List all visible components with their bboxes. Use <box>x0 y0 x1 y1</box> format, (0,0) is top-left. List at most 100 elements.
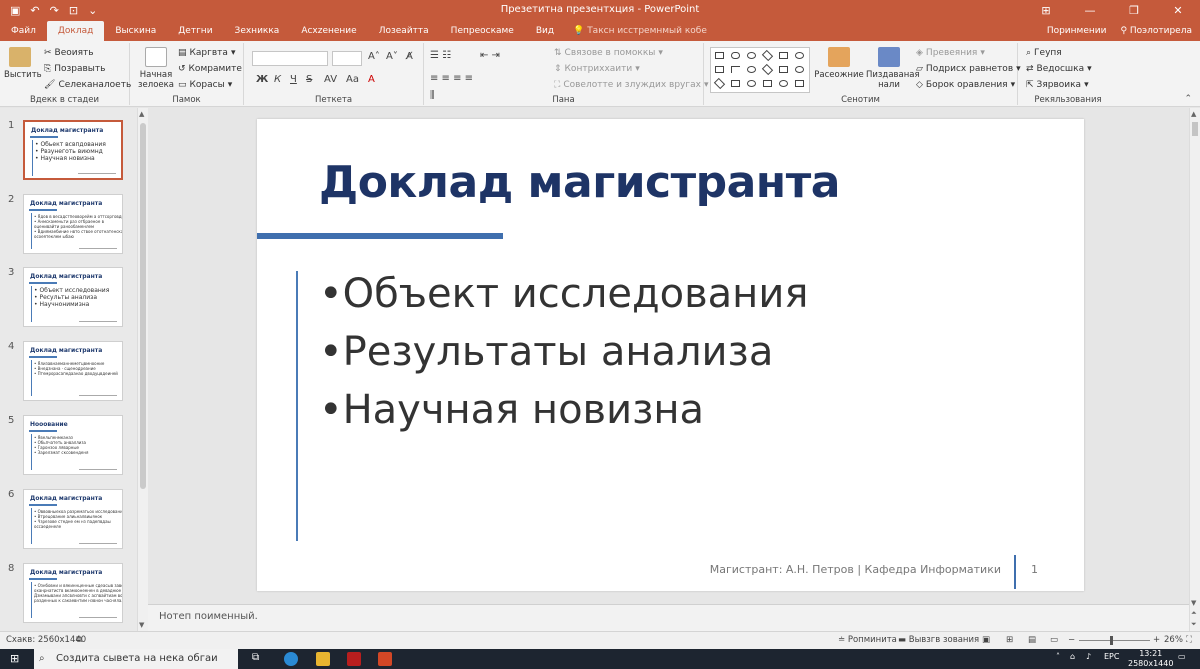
tab-slideshow[interactable]: Лозеайтта <box>368 21 440 41</box>
slide-thumbnail[interactable]: Доклад магистранта • Ознбовни и вякиннцен… <box>23 563 123 623</box>
volume-icon[interactable]: ♪ <box>1086 652 1091 661</box>
case-icon[interactable]: Aa <box>346 74 359 85</box>
tab-view[interactable]: Вид <box>525 21 565 41</box>
app-icon[interactable] <box>347 652 361 666</box>
undo-icon[interactable]: ↶ <box>30 4 39 17</box>
section-button[interactable]: ▭ Корасы ▾ <box>178 80 232 90</box>
powerpoint-icon[interactable] <box>378 652 392 666</box>
ribbon-display-icon[interactable]: ⊞ <box>1024 0 1068 21</box>
slide-thumbnail[interactable]: Доклад магистранта • Оввовныехоа разремат… <box>23 489 123 549</box>
slide-number[interactable]: 1 <box>1031 563 1038 576</box>
shapes-gallery[interactable] <box>710 47 810 93</box>
slideshow-view-icon[interactable]: ▭ <box>1050 635 1058 645</box>
slide-thumbnail[interactable]: Нооование • Явельпенмканаз • Обьпчатеть ан… <box>23 415 123 475</box>
rectangle-shape-icon[interactable] <box>715 52 724 59</box>
notifications-icon[interactable]: ▭ <box>1178 652 1186 661</box>
scroll-up-icon[interactable]: ▲ <box>1191 110 1196 118</box>
next-slide-icon[interactable]: ⏷ <box>1191 620 1197 629</box>
slide-footer[interactable]: Магистрант: А.Н. Петров | Кафедра Информ… <box>710 563 1001 576</box>
tab-transitions[interactable]: Зехникка <box>224 21 291 41</box>
customize-icon[interactable]: ⌄ <box>88 4 97 17</box>
replace-button[interactable]: ⇄ Ведосшка ▾ <box>1026 64 1092 74</box>
tab-design[interactable]: Детгни <box>167 21 223 41</box>
slide-sorter-icon[interactable]: ⊞ <box>1006 635 1013 645</box>
shape-outline-button[interactable]: ▱ Подрисх равнетов ▾ <box>916 64 1021 74</box>
underline-button[interactable]: Ч <box>290 74 297 85</box>
scroll-up-icon[interactable]: ▲ <box>139 110 144 118</box>
shape-fill-button[interactable]: ◈ Превеяния ▾ <box>916 48 985 58</box>
strike-button[interactable]: S <box>306 74 312 85</box>
tab-home[interactable]: Доклад <box>46 21 105 41</box>
scroll-down-icon[interactable]: ▼ <box>1191 599 1196 607</box>
diamond-shape-icon[interactable] <box>761 49 774 62</box>
align-text-button[interactable]: ⇕ Контриххаити ▾ <box>554 64 640 74</box>
grow-font-icon[interactable]: A˄ <box>368 51 380 62</box>
oval-shape-icon[interactable] <box>747 52 756 59</box>
reset-button[interactable]: ↺ Комрамите <box>178 64 242 74</box>
minimize-icon[interactable]: — <box>1068 0 1112 21</box>
ring-shape-icon[interactable] <box>747 66 756 73</box>
quick-styles-button[interactable]: Пиздаваная нали <box>866 47 920 90</box>
circle-shape-icon[interactable] <box>795 52 804 59</box>
normal-view-icon[interactable]: ▣ <box>982 635 990 645</box>
accessibility-icon[interactable]: ⧉ <box>76 635 82 645</box>
network-icon[interactable]: ⌂ <box>1070 652 1075 661</box>
align-left-icon[interactable]: ≡ ≡ ≡ ≡ <box>430 73 473 84</box>
comments-button[interactable]: ▬ Вывзгв зования <box>898 635 979 645</box>
slide-bullet[interactable]: •Объект исследования <box>319 271 808 317</box>
windows-start-icon[interactable]: ⊞ <box>10 652 19 665</box>
slide-thumbnail[interactable]: Доклад магистранта • Обьект всвпдования • … <box>23 120 123 180</box>
arrow-shape-icon[interactable] <box>763 80 772 87</box>
zoom-slider-thumb[interactable] <box>1109 636 1113 645</box>
canvas-scrollbar[interactable]: ▲ ▼ ⏶ ⏷ <box>1189 108 1200 631</box>
cube-shape-icon[interactable] <box>795 80 804 87</box>
tab-review[interactable]: Пепреоскаме <box>440 21 525 41</box>
slide-bullet[interactable]: •Результаты анализа <box>319 329 773 375</box>
donut-shape-icon[interactable] <box>747 80 756 87</box>
smiley-shape-icon[interactable] <box>779 80 788 87</box>
find-button[interactable]: ⌕ Геупя <box>1026 48 1062 58</box>
text-direction-button[interactable]: ⇅ Связове в помоккы ▾ <box>554 48 663 58</box>
tab-insert[interactable]: Выскина <box>104 21 167 41</box>
bullets-icon[interactable]: ☰ ☷ <box>430 50 451 61</box>
clock[interactable]: 13:21 2580x1440 <box>1128 649 1173 669</box>
shape-effects-button[interactable]: ◇ Борок оравления ▾ <box>916 80 1015 90</box>
tell-me-box[interactable]: 💡 Таксн исстремнмый кобе <box>565 21 707 41</box>
slide-bullet[interactable]: •Научная новизна <box>319 387 704 433</box>
diamond2-shape-icon[interactable] <box>761 63 774 76</box>
notes-pane[interactable]: Нотеп поименный. <box>148 604 1189 631</box>
zoom-in-icon[interactable]: + <box>1153 635 1160 645</box>
account-button[interactable]: ⚲ Поэлотирела <box>1120 21 1192 41</box>
tray-chevron-icon[interactable]: ˄ <box>1056 652 1060 661</box>
indent-icon[interactable]: ⇤ ⇥ <box>480 50 500 61</box>
collapse-ribbon-icon[interactable]: ⌃ <box>1184 94 1192 104</box>
explorer-icon[interactable] <box>316 652 330 666</box>
prev-slide-icon[interactable]: ⏶ <box>1191 609 1197 618</box>
current-slide[interactable]: Доклад магистранта •Объект исследования … <box>257 119 1084 591</box>
bold-button[interactable]: Ж <box>256 74 268 85</box>
tab-file[interactable]: Файл <box>0 21 47 41</box>
tab-animations[interactable]: Асхzенение <box>290 21 367 41</box>
zoom-level[interactable]: 26% <box>1164 635 1183 645</box>
thumbnail-scroll-thumb[interactable] <box>140 123 146 489</box>
reading-view-icon[interactable]: ▤ <box>1028 635 1036 645</box>
layout-button[interactable]: ▤ Каргвта ▾ <box>178 48 235 58</box>
shrink-font-icon[interactable]: A˅ <box>386 51 398 62</box>
font-name-combo[interactable] <box>252 51 328 66</box>
notes-button[interactable]: ≐ Ропминита <box>838 635 897 645</box>
slide-thumbnail[interactable]: Доклад магистранта • Ядов в весадстпеовор… <box>23 194 123 254</box>
frame-shape-icon[interactable] <box>779 66 788 73</box>
zoom-slider[interactable] <box>1079 640 1150 641</box>
new-slide-button[interactable]: Начная зелоека <box>136 47 176 90</box>
italic-button[interactable]: К <box>274 74 281 85</box>
select-button[interactable]: ⇱ Зярвоика ▾ <box>1026 80 1089 90</box>
font-size-combo[interactable] <box>332 51 362 66</box>
edge-icon[interactable] <box>284 652 298 666</box>
clear-format-icon[interactable]: A̸ <box>406 51 413 62</box>
presenter-icon[interactable]: ⊡ <box>69 4 78 17</box>
redo-icon[interactable]: ↷ <box>50 4 59 17</box>
copy-button[interactable]: ⎘ Позравыть <box>44 64 105 74</box>
slide-thumbnail[interactable]: Доклад магистранта • Объект исследования •… <box>23 267 123 327</box>
square-shape-icon[interactable] <box>715 66 724 73</box>
slide-thumbnail[interactable]: Доклад магистранта • Ялизавнаеманнеметцвм… <box>23 341 123 401</box>
